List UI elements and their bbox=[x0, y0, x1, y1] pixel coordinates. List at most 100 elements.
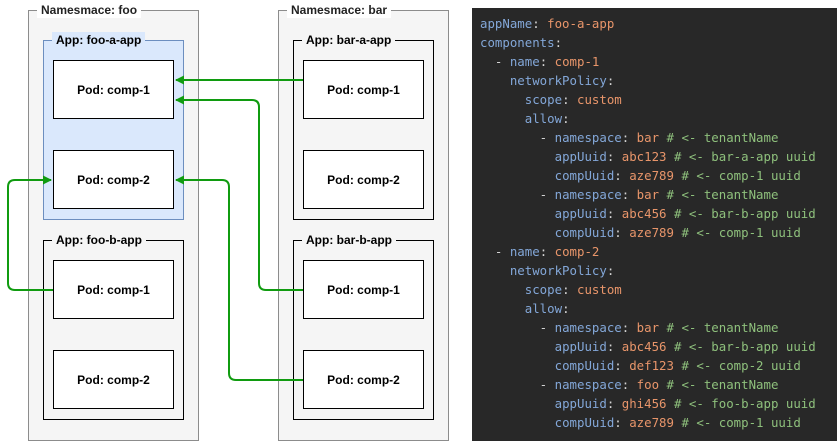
yaml-line: - namespace: foo # <- tenantName bbox=[480, 375, 837, 394]
pod-foo-a-comp-1: Pod: comp-1 bbox=[53, 60, 174, 119]
yaml-token: : bbox=[606, 263, 615, 278]
yaml-token: appUuid bbox=[554, 149, 607, 164]
yaml-line: appUuid: abc456 # <- bar-b-app uuid bbox=[480, 337, 837, 356]
yaml-token: foo bbox=[636, 377, 660, 392]
pod-bar-a-comp-2: Pod: comp-2 bbox=[303, 150, 424, 209]
yaml-token: # <- comp-1 uuid bbox=[673, 168, 801, 183]
yaml-line: appUuid: ghi456 # <- foo-b-app uuid bbox=[480, 394, 837, 413]
yaml-token: : bbox=[562, 92, 577, 107]
yaml-token: : bbox=[539, 244, 555, 259]
yaml-token: : bbox=[614, 168, 630, 183]
yaml-token: : bbox=[532, 16, 548, 31]
yaml-token: components bbox=[480, 35, 555, 50]
yaml-token: compUuid bbox=[554, 168, 615, 183]
pod-label: Pod: comp-1 bbox=[77, 282, 150, 297]
yaml-token: # <- bar-b-app uuid bbox=[666, 339, 816, 354]
yaml-line: compUuid: def123 # <- comp-2 uuid bbox=[480, 356, 837, 375]
yaml-token: : bbox=[614, 225, 630, 240]
yaml-token: : bbox=[562, 301, 570, 316]
yaml-token: custom bbox=[577, 282, 622, 297]
yaml-token bbox=[480, 225, 555, 240]
namespace-bar-label: Namesmace: bar bbox=[287, 2, 392, 18]
yaml-token: compUuid bbox=[554, 358, 615, 373]
yaml-token: namespace bbox=[554, 377, 622, 392]
pod-bar-b-comp-1: Pod: comp-1 bbox=[303, 260, 424, 319]
yaml-token: appName bbox=[480, 16, 533, 31]
yaml-token: : bbox=[606, 149, 622, 164]
pod-label: Pod: comp-1 bbox=[327, 82, 400, 97]
yaml-token: - bbox=[480, 320, 555, 335]
yaml-token: # <- comp-1 uuid bbox=[673, 415, 801, 430]
yaml-token: appUuid bbox=[554, 206, 607, 221]
yaml-token: appUuid bbox=[554, 339, 607, 354]
yaml-token: : bbox=[621, 130, 637, 145]
yaml-token: - bbox=[480, 54, 510, 69]
yaml-token: aze789 bbox=[629, 168, 674, 183]
yaml-token: name bbox=[509, 54, 540, 69]
pod-bar-a-comp-1: Pod: comp-1 bbox=[303, 60, 424, 119]
yaml-token: : bbox=[614, 415, 630, 430]
yaml-line: allow: bbox=[480, 299, 837, 318]
app-bar-b-app-label: App: bar-b-app bbox=[302, 232, 396, 248]
yaml-token: # <- comp-1 uuid bbox=[673, 225, 801, 240]
yaml-token: # <- bar-a-app uuid bbox=[666, 149, 816, 164]
yaml-line: appUuid: abc123 # <- bar-a-app uuid bbox=[480, 147, 837, 166]
pod-foo-a-comp-2: Pod: comp-2 bbox=[53, 150, 174, 209]
app-foo-b-app-label: App: foo-b-app bbox=[52, 232, 146, 248]
yaml-token: : bbox=[539, 54, 555, 69]
yaml-token: def123 bbox=[629, 358, 674, 373]
yaml-token: namespace bbox=[554, 130, 622, 145]
pod-label: Pod: comp-1 bbox=[327, 282, 400, 297]
yaml-token bbox=[480, 358, 555, 373]
yaml-token: - bbox=[480, 187, 555, 202]
yaml-line: scope: custom bbox=[480, 280, 837, 299]
yaml-token: appUuid bbox=[554, 396, 607, 411]
yaml-line: appUuid: abc456 # <- bar-b-app uuid bbox=[480, 204, 837, 223]
yaml-token bbox=[480, 282, 525, 297]
yaml-token bbox=[480, 168, 555, 183]
yaml-token: : bbox=[621, 377, 637, 392]
yaml-line: networkPolicy: bbox=[480, 71, 837, 90]
yaml-token bbox=[480, 301, 525, 316]
yaml-line: - namespace: bar # <- tenantName bbox=[480, 185, 837, 204]
yaml-token: : bbox=[562, 111, 570, 126]
yaml-line: appName: foo-a-app bbox=[480, 14, 837, 33]
pod-foo-b-comp-1: Pod: comp-1 bbox=[53, 260, 174, 319]
yaml-token: namespace bbox=[554, 320, 622, 335]
yaml-token: comp-1 bbox=[554, 54, 600, 69]
yaml-token: : bbox=[562, 282, 577, 297]
yaml-line: scope: custom bbox=[480, 90, 837, 109]
yaml-token: scope bbox=[524, 282, 563, 297]
yaml-token bbox=[480, 396, 555, 411]
yaml-token: namespace bbox=[554, 187, 622, 202]
yaml-line: - name: comp-2 bbox=[480, 242, 837, 261]
yaml-token: allow bbox=[524, 301, 563, 316]
yaml-token: # <- tenantName bbox=[659, 377, 779, 392]
yaml-token: # <- bar-b-app uuid bbox=[666, 206, 816, 221]
yaml-token: comp-2 bbox=[554, 244, 600, 259]
yaml-token: # <- tenantName bbox=[659, 320, 779, 335]
yaml-token: : bbox=[606, 73, 615, 88]
pod-label: Pod: comp-2 bbox=[77, 172, 150, 187]
yaml-token: scope bbox=[524, 92, 563, 107]
yaml-line: - namespace: bar # <- tenantName bbox=[480, 318, 837, 337]
yaml-line: - namespace: bar # <- tenantName bbox=[480, 128, 837, 147]
pod-label: Pod: comp-1 bbox=[77, 82, 150, 97]
yaml-token: name bbox=[509, 244, 540, 259]
yaml-token: ghi456 bbox=[621, 396, 667, 411]
yaml-token: networkPolicy bbox=[509, 263, 607, 278]
yaml-token: : bbox=[621, 187, 637, 202]
yaml-line: networkPolicy: bbox=[480, 261, 837, 280]
pod-label: Pod: comp-2 bbox=[327, 172, 400, 187]
yaml-token: # <- tenantName bbox=[659, 130, 779, 145]
yaml-token: compUuid bbox=[554, 415, 615, 430]
pod-label: Pod: comp-2 bbox=[77, 372, 150, 387]
yaml-token: : bbox=[606, 206, 622, 221]
yaml-line: - name: comp-1 bbox=[480, 52, 837, 71]
yaml-token: abc456 bbox=[621, 339, 667, 354]
namespace-foo-label: Namesmace: foo bbox=[37, 2, 142, 18]
yaml-token: abc456 bbox=[621, 206, 667, 221]
yaml-token bbox=[480, 149, 555, 164]
yaml-token bbox=[480, 73, 510, 88]
yaml-token: bar bbox=[636, 187, 660, 202]
